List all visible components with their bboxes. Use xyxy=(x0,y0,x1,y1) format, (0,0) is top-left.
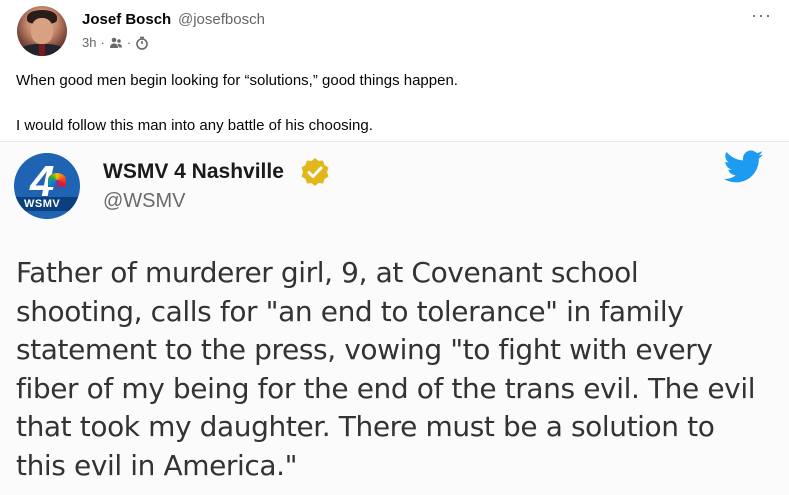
embedded-account-handle: @WSMV xyxy=(103,190,186,212)
author-name[interactable]: Josef Bosch xyxy=(82,11,171,28)
tweet-text-line: shooting, calls for "an end to tolerance… xyxy=(16,294,684,328)
more-options-button[interactable]: ··· xyxy=(751,6,772,24)
tweet-text-line: fiber of my being for the end of the tra… xyxy=(16,371,756,405)
logo-callsign: WSMV xyxy=(24,198,61,210)
wsmv-logo: 4 WSMV xyxy=(14,153,80,219)
meta-separator: · xyxy=(126,35,132,50)
tweet-text-line: Father of murderer girl, 9, at Covenant … xyxy=(16,256,639,289)
tweet-text-line: that took my daughter. There must be a s… xyxy=(16,410,715,443)
post-timestamp[interactable]: 3h xyxy=(82,35,96,50)
embedded-tweet-text: Father of murderer girl, 9, at Covenant … xyxy=(16,254,766,485)
meta-separator: · xyxy=(100,35,105,50)
twitter-bird-icon xyxy=(723,150,764,189)
nbc-peacock-icon xyxy=(48,173,66,187)
embedded-tweet-image[interactable]: 4 WSMV WSMV 4 Nashville @WSMV Father of … xyxy=(0,141,789,495)
tweet-text-line: this evil in America." xyxy=(16,448,298,482)
post-author-avatar[interactable] xyxy=(17,6,67,56)
post-meta: 3h · · xyxy=(82,35,149,50)
post-text-line: When good men begin looking for “solutio… xyxy=(16,72,458,89)
author-handle[interactable]: @josefbosch xyxy=(178,11,265,28)
embedded-account-name: WSMV 4 Nashville xyxy=(103,160,284,183)
tweet-text-line: statement to the press, vowing "to fight… xyxy=(16,333,713,366)
verified-badge-icon xyxy=(299,156,331,193)
post-text-line: I would follow this man into any battle … xyxy=(16,117,373,134)
timer-icon xyxy=(135,36,149,50)
friends-icon[interactable] xyxy=(109,36,123,50)
